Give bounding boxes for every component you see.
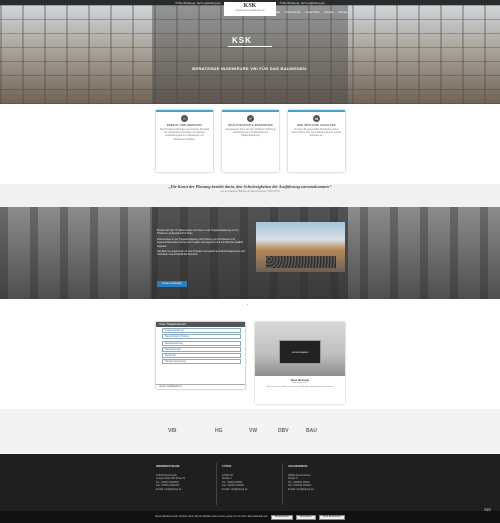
feature-card: ⌂ ERBAUT UND INNOVATIV Durch Analyse-Met…	[156, 110, 213, 172]
cookie-settings-button[interactable]: Einstellungen	[271, 514, 293, 520]
service-item[interactable]: Bauphysik	[162, 352, 241, 358]
accordion-header[interactable]: Unser Tätigkeitsbereich	[156, 322, 245, 327]
footer-line[interactable]: E-Mail: info@ksking.de	[288, 488, 314, 492]
main-nav: Startseite Unternehmen Unser Team Kontak…	[268, 11, 348, 14]
feature-title: QUALIFIKATION & ERFAHRUNG	[228, 124, 273, 127]
footer-column: ASCHERSENG 00000 Aschersleben Straße 5 T…	[288, 464, 314, 492]
footer-line[interactable]: E-Mail: info@ksking.de	[156, 488, 185, 492]
services-section	[0, 299, 500, 409]
quote-author: Luc de Clapiers, Marquis de Vauvenargues…	[220, 190, 280, 193]
feature-text: Kompetentes Team mit über 30 Jahren Erfa…	[225, 129, 276, 138]
hero-overlay	[152, 5, 348, 104]
badge-icon: ✔	[247, 115, 254, 122]
cookie-reject-button[interactable]: Nicht akzeptieren	[318, 514, 345, 520]
feature-card: ✔ QUALIFIKATION & ERFAHRUNG Kompetentes …	[222, 110, 279, 172]
about-text: Bereits seit über 70 Jahren stehen wir I…	[157, 229, 249, 259]
footer-column: FÜTER 12345 Ort Straße 2 Tel.: (0000) 00…	[222, 464, 248, 492]
footer-column: WERNERSTRAßE 12345 Musterstadt Langestra…	[156, 464, 185, 492]
services-button[interactable]: Unsere Leistungen	[157, 281, 187, 287]
partner-logo[interactable]: DBV	[278, 428, 289, 434]
cookie-banner: Diese Website benutzt Cookies. Wenn Sie …	[0, 511, 500, 523]
service-item[interactable]: Bauüberwachung	[162, 340, 241, 346]
cookie-text: Diese Website benutzt Cookies. Wenn Sie …	[155, 516, 269, 518]
contact-item[interactable]: ✆ Buchhaltung: fach.u@ksking.de	[279, 1, 325, 5]
services-accordion: Unser Tätigkeitsbereich Tragwerksplanung…	[156, 322, 245, 389]
partner-logo[interactable]: BAU	[306, 428, 317, 434]
cookie-accept-button[interactable]: Akzeptieren	[295, 514, 316, 520]
partner-logo[interactable]: VW	[249, 428, 257, 434]
service-item[interactable]: Standsicherheit	[162, 346, 241, 352]
footer-heading: WERNERSTRAßE	[156, 464, 180, 468]
hero-brand: KSK	[232, 36, 252, 45]
partner-logo[interactable]: HG	[215, 428, 223, 434]
feature-text: Durch Analyse-Methoden auf unserem Stand…	[159, 129, 210, 141]
service-item[interactable]: Bautechnische Prüfung	[162, 334, 241, 340]
hero-section	[0, 5, 500, 104]
partner-logo[interactable]: VBI	[168, 428, 176, 434]
contact-item[interactable]: ✉ Buchhaltung: fach.u@ksking.de	[175, 1, 221, 5]
nav-item-career[interactable]: Karriere	[338, 11, 347, 14]
feature-title: ERBAUT UND INNOVATIV	[166, 124, 203, 127]
about-paragraph: Insbesondere in der Tragwerksplanung und…	[157, 237, 243, 248]
feature-title: DER ÖRTLICHE SCHALTER	[297, 124, 336, 127]
news-card[interactable]: KSK-ENGINEERS Neue Webseite Dezember 202…	[255, 322, 345, 404]
nav-item-contact[interactable]: Kontakt	[324, 11, 333, 14]
share-icon: ⇆	[313, 115, 320, 122]
quote-block: „Die Kunst der Planung besteht darin, de…	[150, 184, 350, 193]
footer-heading: ASCHERSENG	[288, 464, 308, 468]
news-text: Wir freuen uns Ihnen unsere neue Webseit…	[266, 386, 334, 388]
laptop-icon: KSK-ENGINEERS	[279, 340, 321, 364]
pipes-graphic	[266, 256, 336, 268]
service-item[interactable]: Tragwerksplanung	[162, 328, 241, 334]
quote-text: „Die Kunst der Planung besteht darin, de…	[168, 184, 332, 189]
about-paragraph: Bereits seit über 70 Jahren stehen wir I…	[157, 229, 239, 236]
accordion-footer[interactable]: Unsere Qualifikationen	[156, 384, 245, 389]
feature-card: ⇆ DER ÖRTLICHE SCHALTER Für über 30 ausg…	[288, 110, 345, 172]
feature-text: Für über 30 ausgewählte Mandanten gehen …	[291, 129, 342, 138]
chevron-down-icon[interactable]: ⌄	[246, 301, 249, 306]
nav-item-company[interactable]: Unternehmen	[285, 11, 301, 14]
construction-photo	[256, 222, 345, 272]
footer-divider	[282, 463, 283, 505]
hero-divider	[228, 46, 272, 47]
hero-tagline: BERATENDE INGENIEURE VBI FÜR DAS BAUWESE…	[192, 66, 308, 71]
service-item[interactable]: Schadensbewertung	[162, 359, 241, 365]
nav-item-team[interactable]: Unser Team	[306, 11, 320, 14]
about-paragraph: Das Büro ist eingebunden in viele Projek…	[157, 250, 245, 257]
footer-heading: FÜTER	[222, 464, 232, 468]
bank-icon: ⌂	[181, 115, 188, 122]
footer-divider	[216, 463, 217, 505]
news-image: KSK-ENGINEERS	[255, 322, 345, 376]
about-section	[0, 207, 500, 299]
nav-item-home[interactable]: Startseite	[268, 11, 280, 14]
footer-line[interactable]: E-Mail: info@ksking.de	[222, 488, 248, 492]
